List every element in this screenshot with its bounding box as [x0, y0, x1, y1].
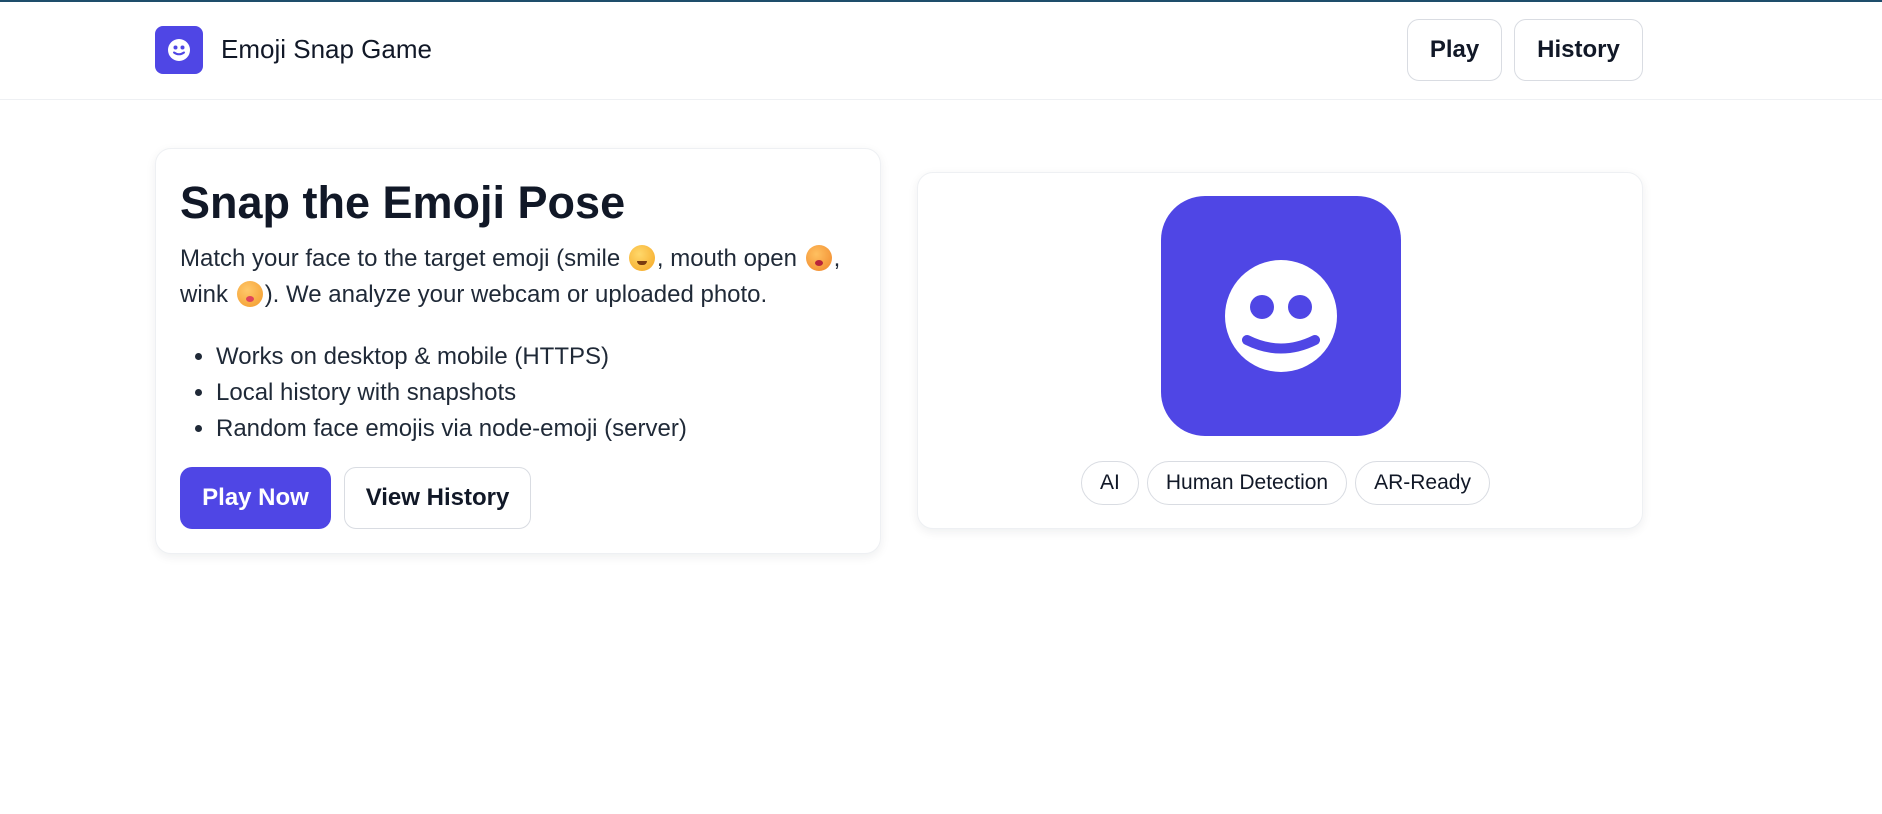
- nav-history-button[interactable]: History: [1514, 19, 1643, 81]
- smiley-face-icon: [168, 39, 190, 61]
- app-header: Emoji Snap Game Play History: [0, 0, 1882, 100]
- hero-description: Match your face to the target emoji (smi…: [180, 241, 870, 313]
- view-history-button[interactable]: View History: [344, 467, 531, 529]
- tag-ar-ready: AR-Ready: [1355, 461, 1490, 505]
- showcase-logo: [1161, 196, 1401, 436]
- brand-logo[interactable]: [155, 26, 203, 74]
- feature-item: Works on desktop & mobile (HTTPS): [216, 339, 687, 375]
- hero-card: Snap the Emoji Pose Match your face to t…: [155, 148, 881, 554]
- smile-emoji-icon: [628, 245, 655, 271]
- wink-emoji-icon: [236, 281, 263, 307]
- hero-title: Snap the Emoji Pose: [180, 177, 626, 228]
- nav-play-button[interactable]: Play: [1407, 19, 1502, 81]
- smiley-face-icon: [1225, 260, 1337, 372]
- description-text: Match your face to the target emoji (smi…: [180, 245, 627, 272]
- app-title[interactable]: Emoji Snap Game: [221, 34, 432, 65]
- showcase-card: AI Human Detection AR-Ready: [917, 172, 1643, 529]
- feature-item: Random face emojis via node-emoji (serve…: [216, 411, 687, 447]
- description-text: ). We analyze your webcam or uploaded ph…: [264, 281, 768, 308]
- play-now-button[interactable]: Play Now: [180, 467, 331, 529]
- mouth-open-emoji-icon: [805, 245, 832, 271]
- tag-list: AI Human Detection AR-Ready: [1081, 461, 1490, 505]
- description-text: , mouth open: [656, 245, 804, 272]
- feature-list: Works on desktop & mobile (HTTPS) Local …: [216, 339, 687, 447]
- tag-human-detection: Human Detection: [1146, 461, 1348, 505]
- feature-item: Local history with snapshots: [216, 375, 687, 411]
- tag-ai: AI: [1081, 461, 1139, 505]
